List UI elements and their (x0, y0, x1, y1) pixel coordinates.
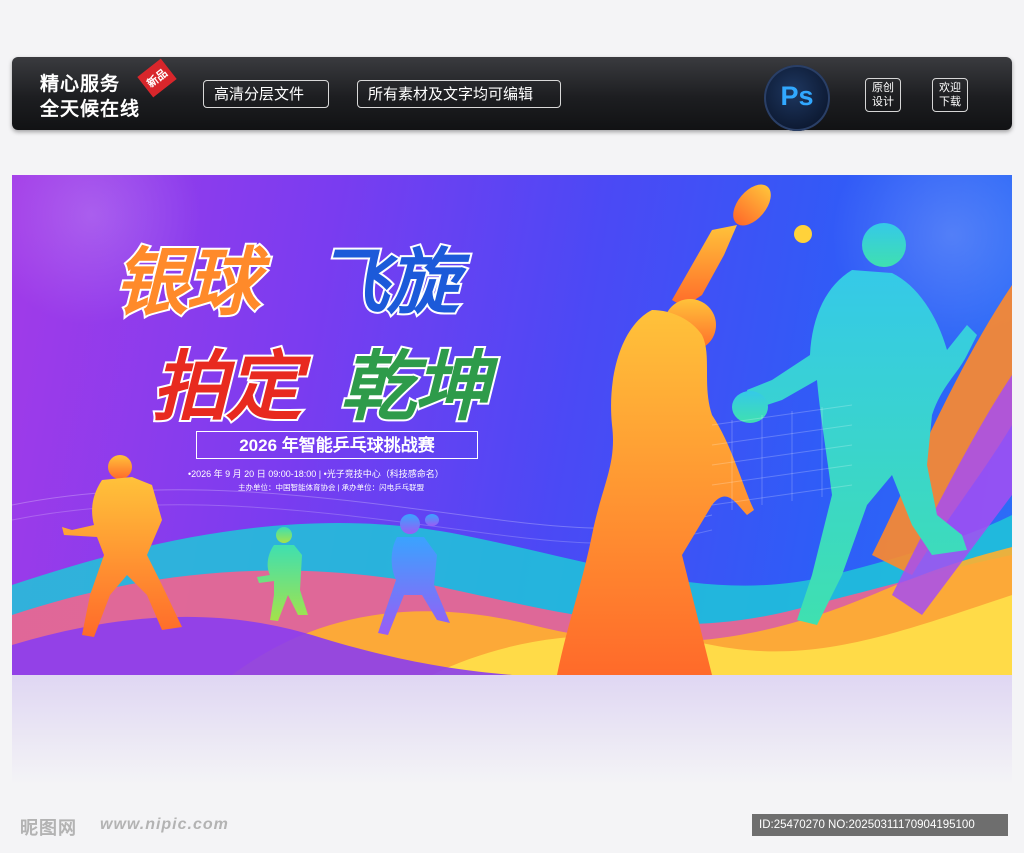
welcome-download-line1: 欢迎 (939, 82, 961, 94)
event-subtitle: 2026 年智能乒乓球挑战赛 (196, 431, 478, 459)
welcome-download-line2: 下载 (939, 96, 961, 108)
original-design-line1: 原创 (872, 82, 894, 94)
feature-pill-editable: 所有素材及文字均可编辑 (357, 80, 561, 108)
image-id-label: ID:25470270 NO:20250311170904195100 (752, 814, 1008, 836)
event-banner: 银球 飞旋 拍定 乾坤 2026 年智能乒乓球挑战赛 •2026 年 9 月 2… (12, 175, 1012, 675)
ps-label: Ps (780, 81, 814, 111)
new-badge: 新品 (137, 59, 177, 98)
headline-part-1: 银球 (112, 239, 262, 326)
nipic-url[interactable]: www.nipic.com (100, 816, 229, 834)
welcome-download-button[interactable]: 欢迎 下载 (932, 78, 968, 112)
brand-line-1: 精心服务 (40, 74, 121, 95)
nipic-logo: 昵图网 (20, 818, 77, 838)
event-date-venue: •2026 年 9 月 20 日 09:00-18:00 | •光子竞技中心（科… (188, 469, 444, 479)
brand-line-2: 全天候在线 (40, 99, 141, 120)
original-design-line2: 设计 (872, 96, 894, 108)
ping-pong-ball (794, 225, 812, 243)
feature-pill-layered-file: 高清分层文件 (203, 80, 329, 108)
headline-part-2: 飞旋 (315, 241, 461, 325)
headline-part-3: 拍定 (150, 343, 304, 432)
event-organizers: 主办单位：中国智能体育协会 | 承办单位：闪电乒乓联盟 (238, 483, 425, 492)
headline-part-4: 乾坤 (338, 343, 492, 432)
original-design-button[interactable]: 原创 设计 (865, 78, 901, 112)
promo-bar: 精心服务 全天候在线 新品 高清分层文件 所有素材及文字均可编辑 Ps 原创 设… (12, 57, 1012, 131)
photoshop-icon: Ps (764, 65, 830, 131)
banner-reflection (12, 675, 1012, 785)
